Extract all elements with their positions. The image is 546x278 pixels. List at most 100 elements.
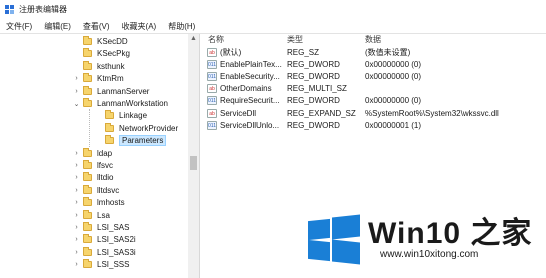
menu-view[interactable]: 查看(V) [77, 21, 116, 32]
tree-item[interactable]: › LanmanServer [73, 85, 149, 98]
tree-item[interactable]: › Lsa [73, 209, 110, 222]
value-row[interactable]: 011 RequireSecurit... REG_DWORD 0x00000000 … [200, 95, 546, 107]
folder-icon [83, 209, 92, 219]
value-name: ServiceDll [220, 108, 257, 118]
value-name: RequireSecurit... [220, 96, 280, 106]
string-value-icon: ab [207, 108, 217, 118]
window-title: 注册表编辑器 [19, 5, 67, 14]
value-row[interactable]: 011 EnableSecurity... REG_DWORD 0x00000000 … [200, 70, 546, 82]
watermark-title: Win10 之家 [368, 217, 533, 250]
binary-value-icon: 011 [207, 59, 217, 69]
tree-item-label: lltdsvc [97, 185, 120, 195]
folder-icon [83, 184, 92, 194]
collapsed-chevron-icon[interactable]: › [73, 150, 80, 157]
value-row[interactable]: 011 EnablePlainTex... REG_DWORD 0x00000000 … [200, 58, 546, 70]
menu-bar: 文件(F) 编辑(E) 查看(V) 收藏夹(A) 帮助(H) [0, 19, 546, 34]
folder-icon [83, 85, 92, 95]
collapsed-chevron-icon[interactable]: › [73, 199, 80, 206]
value-row[interactable]: 011 ServiceDllUnlo... REG_DWORD 0x00000001 … [200, 119, 546, 131]
folder-icon [83, 246, 92, 256]
folder-icon [83, 234, 92, 244]
value-name: ServiceDllUnlo... [220, 120, 280, 130]
collapsed-chevron-icon[interactable]: › [73, 212, 80, 219]
collapsed-chevron-icon[interactable]: › [73, 88, 80, 95]
binary-value-icon: 011 [207, 120, 217, 130]
menu-favorites[interactable]: 收藏夹(A) [116, 21, 163, 32]
tree-item[interactable]: › lltdsvc [73, 184, 119, 197]
list-header: 名称 类型 数据 [200, 34, 546, 45]
collapsed-chevron-icon[interactable]: › [73, 236, 80, 243]
value-type: REG_DWORD [287, 96, 340, 106]
value-type: REG_DWORD [287, 120, 340, 130]
folder-icon [83, 48, 92, 58]
collapsed-chevron-icon[interactable]: › [73, 162, 80, 169]
value-name-cell: 011 RequireSecurit... [207, 96, 280, 106]
tree-item[interactable]: › LSI_SAS2i [73, 233, 136, 246]
binary-value-icon: 011 [207, 96, 217, 106]
tree-item[interactable]: KSecDD [73, 35, 128, 48]
tree-item[interactable]: Linkage [95, 109, 147, 122]
column-header-name[interactable]: 名称 [208, 34, 224, 45]
collapsed-chevron-icon[interactable]: › [73, 75, 80, 82]
tree-item[interactable]: ⌄ LanmanWorkstation [73, 97, 168, 110]
tree-item-label: LSI_SSS [97, 260, 130, 270]
registry-app-icon [5, 5, 14, 14]
tree-item[interactable]: KSecPkg [73, 47, 130, 60]
collapsed-chevron-icon[interactable]: › [73, 224, 80, 231]
value-type: REG_SZ [287, 47, 320, 57]
value-type: REG_MULTI_SZ [287, 84, 347, 94]
tree-item-label: lfsvc [97, 161, 113, 170]
column-header-type[interactable]: 类型 [287, 34, 303, 45]
folder-icon [105, 122, 114, 132]
folder-icon [83, 172, 92, 182]
folder-icon [83, 36, 92, 45]
string-value-icon: ab [207, 84, 217, 94]
menu-edit[interactable]: 编辑(E) [38, 21, 77, 32]
collapsed-chevron-icon[interactable]: › [73, 261, 80, 268]
tree-item-label: LSI_SAS3i [97, 247, 136, 257]
value-name-cell: ab OtherDomains [207, 84, 272, 94]
value-type: REG_DWORD [287, 59, 340, 69]
menu-file[interactable]: 文件(F) [0, 21, 38, 32]
tree-item[interactable]: › lltdio [73, 171, 113, 184]
value-type: REG_DWORD [287, 71, 340, 81]
value-data: 0x00000000 (0) [365, 96, 422, 106]
folder-icon [83, 98, 92, 107]
tree-item[interactable]: ksthunk [73, 60, 125, 73]
value-row[interactable]: ab ServiceDll REG_EXPAND_SZ %SystemRoot%\Sy… [200, 107, 546, 119]
tree-item[interactable]: › LSI_SSS [73, 258, 129, 271]
scroll-thumb[interactable] [190, 156, 197, 170]
collapsed-chevron-icon[interactable]: › [73, 249, 80, 256]
tree-item-label: Lsa [97, 210, 110, 220]
folder-icon [83, 147, 92, 157]
value-row[interactable]: ab (默认) REG_SZ (数值未设置) [200, 46, 546, 58]
tree-scrollbar[interactable]: ▲ [188, 34, 199, 278]
tree-item[interactable]: › lmhosts [73, 196, 125, 209]
value-data: 0x00000001 (1) [365, 120, 422, 130]
tree-item[interactable]: Parameters [95, 134, 167, 147]
tree-item[interactable]: NetworkProvider [95, 122, 178, 135]
collapsed-chevron-icon[interactable]: › [73, 174, 80, 181]
column-header-data[interactable]: 数据 [365, 34, 381, 45]
tree-item-label: LanmanServer [97, 86, 150, 96]
expanded-chevron-icon[interactable]: ⌄ [73, 100, 80, 108]
string-value-icon: ab [207, 47, 217, 57]
value-row[interactable]: ab OtherDomains REG_MULTI_SZ [200, 83, 546, 95]
value-name: OtherDomains [220, 84, 272, 94]
tree-item-label: KSecPkg [97, 49, 130, 59]
tree-item[interactable]: › LSI_SAS3i [73, 246, 136, 259]
folder-icon [83, 222, 92, 231]
menu-help[interactable]: 帮助(H) [162, 21, 201, 32]
registry-key-tree[interactable]: KSecDD KSecPkg ksthunk › KtmRm › LanmanServer ⌄… [0, 34, 200, 278]
tree-item[interactable]: › lfsvc [73, 159, 113, 172]
value-type: REG_EXPAND_SZ [287, 108, 356, 118]
tree-item[interactable]: › LSI_SAS [73, 221, 129, 234]
scroll-up-arrow-icon[interactable]: ▲ [188, 34, 199, 44]
collapsed-chevron-icon[interactable]: › [73, 187, 80, 194]
tree-item[interactable]: › KtmRm [73, 72, 124, 85]
folder-icon [83, 259, 92, 269]
tree-item-label: LSI_SAS2i [97, 235, 136, 245]
value-name: (默认) [220, 47, 242, 57]
watermark-url: www.win10xitong.com [380, 249, 479, 260]
tree-item[interactable]: › ldap [73, 147, 112, 160]
